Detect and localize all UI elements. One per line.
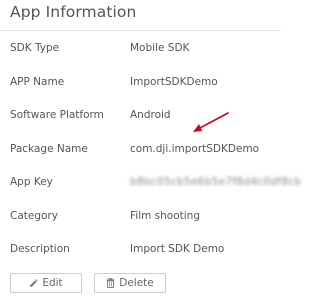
row-label: APP Name bbox=[10, 75, 65, 88]
row-label: Category bbox=[10, 209, 58, 222]
info-table: SDK Type Mobile SDK APP Name ImportSDKDe… bbox=[10, 31, 301, 266]
row-package-name: Package Name com.dji.importSDKDemo bbox=[10, 132, 281, 166]
row-value: com.dji.importSDKDemo bbox=[130, 142, 260, 155]
row-sdk-type: SDK Type Mobile SDK bbox=[10, 31, 281, 65]
row-value: Film shooting bbox=[130, 209, 201, 222]
row-value: Android bbox=[130, 109, 171, 121]
row-app-key: App Key b8bc05cb5e6b5e7f8d4c0df8cb bbox=[10, 165, 301, 199]
row-category: Category Film shooting bbox=[10, 199, 281, 233]
delete-button-label: Delete bbox=[119, 277, 154, 289]
row-value: Import SDK Demo bbox=[130, 243, 225, 255]
row-label: Description bbox=[10, 243, 70, 255]
trash-icon bbox=[106, 278, 115, 288]
row-label: SDK Type bbox=[10, 42, 60, 54]
row-label: Software Platform bbox=[10, 109, 104, 121]
row-value: ImportSDKDemo bbox=[130, 75, 218, 88]
delete-button[interactable]: Delete bbox=[94, 273, 166, 293]
row-app-name: APP Name ImportSDKDemo bbox=[10, 65, 281, 99]
pencil-icon bbox=[29, 278, 39, 288]
edit-button[interactable]: Edit bbox=[10, 273, 82, 293]
row-label: Package Name bbox=[10, 142, 88, 155]
row-software-platform: Software Platform Android bbox=[10, 98, 281, 132]
row-value: Mobile SDK bbox=[130, 42, 190, 54]
edit-button-label: Edit bbox=[42, 277, 63, 289]
row-description: Description Import SDK Demo bbox=[10, 232, 281, 266]
app-key-value-blurred: b8bc05cb5e6b5e7f8d4c0df8cb bbox=[130, 176, 302, 188]
panel-title: App Information bbox=[10, 3, 137, 21]
row-label: App Key bbox=[10, 176, 53, 188]
app-information-panel: App Information SDK Type Mobile SDK APP … bbox=[0, 0, 301, 300]
